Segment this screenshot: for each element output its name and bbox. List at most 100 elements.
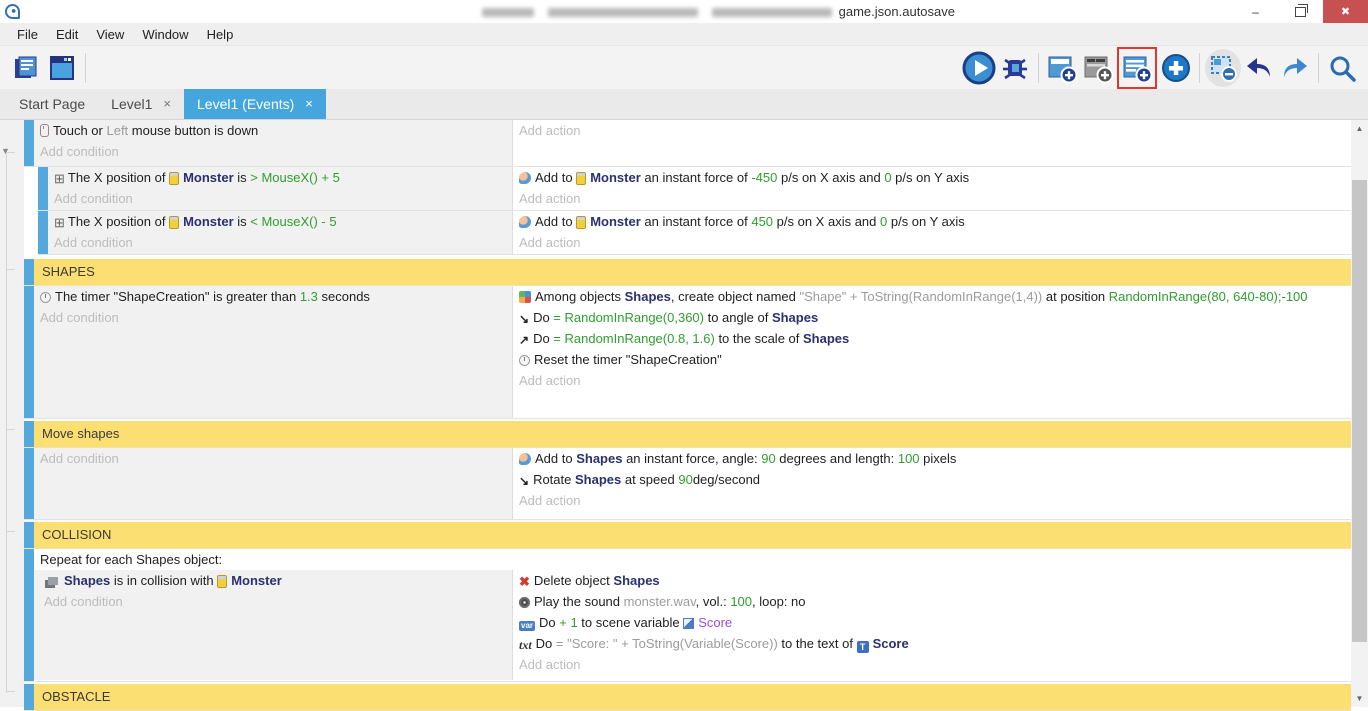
redo-button[interactable] (1277, 49, 1313, 87)
text-segment: degrees and length: (776, 451, 898, 466)
scene-editor-button[interactable] (44, 49, 80, 87)
group-header-obstacle[interactable]: OBSTACLE (24, 684, 1351, 711)
group-header-move[interactable]: Move shapes (24, 421, 1351, 448)
event-selection-bar[interactable] (24, 120, 34, 166)
action-text[interactable]: ↘Rotate Shapes at speed 90deg/second (513, 469, 1351, 490)
event-row[interactable]: The timer "ShapeCreation" is greater tha… (24, 286, 1351, 419)
condition-text[interactable]: Shapes is in collision with Monster (34, 570, 512, 591)
collapse-arrow-icon[interactable]: ▼ (1, 146, 10, 156)
action-text[interactable]: ✖Delete object Shapes (513, 570, 1351, 591)
scrollbar-thumb[interactable] (1352, 180, 1367, 642)
add-condition-button[interactable]: Add condition (34, 448, 512, 469)
search-button[interactable] (1324, 49, 1360, 87)
menu-file[interactable]: File (8, 27, 47, 42)
event-selection-bar[interactable] (24, 549, 34, 681)
tab-level1[interactable]: Level1× (98, 89, 184, 119)
text-segment: 0 (884, 170, 891, 185)
sub-event-row[interactable]: ⊞The X position of Monster is < MouseX()… (38, 211, 1351, 255)
debug-button[interactable] (997, 49, 1033, 87)
add-something-button[interactable] (1158, 49, 1194, 87)
restore-button[interactable] (1278, 0, 1323, 23)
text-segment: p/s on X axis and (773, 214, 880, 229)
tab-start-page[interactable]: Start Page (6, 89, 98, 119)
action-text[interactable]: varDo + 1 to scene variable Score (513, 612, 1351, 633)
vertical-scrollbar[interactable]: ▲ ▼ (1351, 120, 1368, 707)
event-selection-bar[interactable] (24, 259, 34, 285)
action-text[interactable]: Add to Monster an instant force of 450 p… (513, 211, 1351, 232)
foreach-event-row[interactable]: Repeat for each Shapes object: Shapes is… (24, 549, 1351, 682)
delete-event-button[interactable] (1205, 49, 1241, 87)
event-selection-bar[interactable] (24, 522, 34, 548)
menu-edit[interactable]: Edit (47, 27, 87, 42)
action-text[interactable]: Add to Monster an instant force of -450 … (513, 167, 1351, 188)
undo-button[interactable] (1241, 49, 1277, 87)
project-manager-button[interactable] (8, 49, 44, 87)
text-segment: Score (698, 615, 732, 630)
event-selection-bar[interactable] (38, 167, 48, 210)
menu-view[interactable]: View (87, 27, 133, 42)
group-title[interactable]: SHAPES (34, 259, 1351, 285)
action-text[interactable]: Reset the timer "ShapeCreation" (513, 349, 1355, 370)
scroll-down-icon[interactable]: ▼ (1351, 690, 1368, 707)
text-segment: mouse button is down (128, 123, 258, 138)
toolbar (0, 46, 1368, 89)
action-text[interactable]: Play the sound monster.wav, vol.: 100, l… (513, 591, 1351, 612)
group-header-shapes[interactable]: SHAPES (24, 259, 1351, 286)
event-selection-bar[interactable] (24, 684, 34, 710)
add-action-button[interactable]: Add action (513, 370, 1355, 391)
add-subevent-button[interactable] (1119, 49, 1155, 87)
condition-text[interactable]: Touch or Left mouse button is down (34, 120, 512, 141)
foreach-header-text[interactable]: Repeat for each Shapes object: (34, 549, 1351, 570)
sub-event-row[interactable]: ⊞The X position of Monster is > MouseX()… (38, 167, 1351, 211)
menu-help[interactable]: Help (198, 27, 243, 42)
add-condition-button[interactable]: Add condition (34, 141, 512, 162)
condition-text[interactable]: ⊞The X position of Monster is < MouseX()… (48, 211, 512, 232)
add-condition-button[interactable]: Add condition (48, 232, 512, 253)
group-title[interactable]: OBSTACLE (34, 684, 1351, 710)
tab-level1-events[interactable]: Level1 (Events)× (184, 89, 326, 119)
menu-bar: File Edit View Window Help (0, 23, 1368, 46)
text-segment: Add to (535, 170, 576, 185)
add-action-button[interactable]: Add action (513, 232, 1351, 253)
tree-line (6, 531, 15, 532)
event-selection-bar[interactable] (38, 211, 48, 254)
add-event-button[interactable] (1044, 49, 1080, 87)
textobj-icon: T (857, 641, 869, 653)
window-title: game.json.autosave (380, 4, 955, 19)
group-title[interactable]: COLLISION (34, 522, 1351, 548)
add-action-button[interactable]: Add action (513, 188, 1351, 209)
add-action-button[interactable]: Add action (513, 120, 1351, 141)
add-action-button[interactable]: Add action (513, 490, 1351, 511)
condition-text[interactable]: The timer "ShapeCreation" is greater tha… (34, 286, 512, 307)
action-text[interactable]: ↗Do = RandomInRange(0.8, 1.6) to the sca… (513, 328, 1355, 349)
group-header-collision[interactable]: COLLISION (24, 522, 1351, 549)
play-button[interactable] (961, 49, 997, 87)
tab-close-icon[interactable]: × (305, 89, 313, 119)
add-condition-button[interactable]: Add condition (34, 307, 512, 328)
text-segment: an instant force, angle: (622, 451, 761, 466)
event-row[interactable]: Add condition Add to Shapes an instant f… (24, 448, 1351, 520)
minimize-button[interactable]: – (1233, 0, 1278, 23)
event-selection-bar[interactable] (24, 448, 34, 519)
event-selection-bar[interactable] (24, 286, 34, 418)
menu-window[interactable]: Window (133, 27, 197, 42)
close-button[interactable]: ✖ (1323, 0, 1368, 23)
text-segment: RandomInRange(80, 640-80);-100 (1109, 289, 1308, 304)
shapes-icon (48, 577, 58, 585)
add-comment-button[interactable] (1080, 49, 1116, 87)
condition-text[interactable]: ⊞The X position of Monster is > MouseX()… (48, 167, 512, 188)
action-text[interactable]: txtDo = "Score: " + ToString(Variable(Sc… (513, 633, 1351, 654)
action-text[interactable]: ↘Do = RandomInRange(0,360) to angle of S… (513, 307, 1355, 328)
event-row[interactable]: Touch or Left mouse button is down Add c… (24, 120, 1351, 167)
tab-close-icon[interactable]: × (163, 89, 171, 119)
event-selection-bar[interactable] (24, 421, 34, 447)
add-condition-button[interactable]: Add condition (34, 591, 512, 612)
add-action-button[interactable]: Add action (513, 654, 1351, 675)
action-text[interactable]: Add to Shapes an instant force, angle: 9… (513, 448, 1351, 469)
title-bar: game.json.autosave – ✖ (0, 0, 1368, 23)
text-segment: + 1 (559, 615, 577, 630)
add-condition-button[interactable]: Add condition (48, 188, 512, 209)
scroll-up-icon[interactable]: ▲ (1351, 120, 1368, 137)
action-text[interactable]: Among objects Shapes, create object name… (513, 286, 1355, 307)
group-title[interactable]: Move shapes (34, 421, 1351, 447)
